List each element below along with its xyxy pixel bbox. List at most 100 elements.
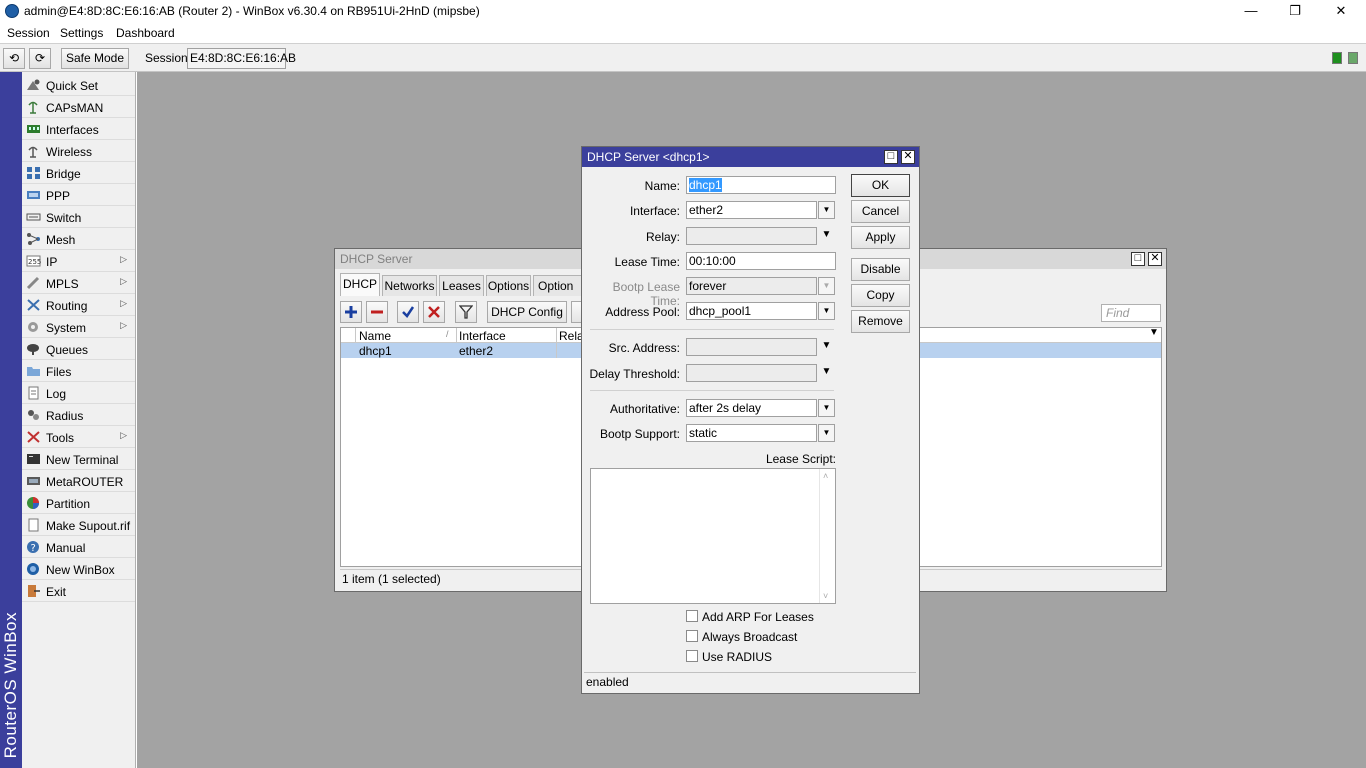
sidebar-item-log[interactable]: Log: [22, 383, 135, 404]
bootp-support-select[interactable]: static: [686, 424, 817, 442]
address-pool-dropdown-icon[interactable]: ▼: [818, 302, 835, 320]
delay-threshold-expand-icon[interactable]: ▼: [818, 364, 835, 382]
cancel-button[interactable]: Cancel: [851, 200, 910, 223]
sidebar-item-interfaces[interactable]: Interfaces: [22, 119, 135, 140]
scroll-down-icon[interactable]: ˅: [823, 591, 828, 601]
address-pool-select[interactable]: dhcp_pool1: [686, 302, 817, 320]
redo-button[interactable]: ⟳: [29, 48, 51, 69]
restore-button[interactable]: ❐: [1272, 0, 1318, 23]
exit-icon: [26, 584, 41, 598]
column-separator: [556, 328, 557, 343]
add-button[interactable]: [340, 301, 362, 323]
lease-time-field[interactable]: 00:10:00: [686, 252, 836, 270]
name-field[interactable]: dhcp1: [686, 176, 836, 194]
sidebar-item-switch[interactable]: Switch: [22, 207, 135, 228]
sidebar-item-exit[interactable]: Exit: [22, 581, 135, 602]
sidebar-item-quick-set[interactable]: Quick Set: [22, 75, 135, 96]
column-header-interface[interactable]: Interface: [459, 329, 506, 343]
submenu-arrow-icon: ▷: [120, 254, 127, 264]
menu-dashboard[interactable]: Dashboard: [116, 26, 175, 40]
always-broadcast-checkbox[interactable]: [686, 630, 698, 642]
sidebar-item-wireless[interactable]: Wireless: [22, 141, 135, 162]
close-icon[interactable]: ✕: [901, 150, 915, 164]
enable-button[interactable]: [397, 301, 419, 323]
tab-leases[interactable]: Leases: [439, 275, 484, 296]
delay-threshold-field[interactable]: [686, 364, 817, 382]
maximize-icon[interactable]: □: [1131, 252, 1145, 266]
sidebar-item-make-supout[interactable]: Make Supout.rif: [22, 515, 135, 536]
column-header-name[interactable]: Name: [359, 329, 391, 343]
lease-script-scrollbar[interactable]: ˄ ˅: [819, 469, 835, 603]
maximize-icon[interactable]: □: [884, 150, 898, 164]
bootp-lease-time-select[interactable]: forever: [686, 277, 817, 295]
disable-button[interactable]: Disable: [851, 258, 910, 281]
tab-option-sets[interactable]: Option Se: [533, 275, 583, 296]
sidebar-item-manual[interactable]: ? Manual: [22, 537, 135, 558]
menu-session[interactable]: Session: [7, 26, 50, 40]
sidebar-item-radius[interactable]: Radius: [22, 405, 135, 426]
tab-options[interactable]: Options: [486, 275, 531, 296]
tab-dhcp[interactable]: DHCP: [340, 273, 380, 296]
find-input[interactable]: Find: [1101, 304, 1161, 322]
sidebar-item-ip[interactable]: 255 IP ▷: [22, 251, 135, 272]
scroll-up-icon[interactable]: ˄: [823, 471, 828, 481]
sidebar-item-ppp[interactable]: PPP: [22, 185, 135, 206]
sidebar-item-capsman[interactable]: CAPsMAN: [22, 97, 135, 118]
radius-icon: [26, 408, 41, 422]
brand-text: RouterOS WinBox: [1, 611, 20, 758]
sidebar-item-queues[interactable]: Queues: [22, 339, 135, 360]
sidebar-item-label: Interfaces: [46, 123, 99, 137]
remove-button[interactable]: Remove: [851, 310, 910, 333]
filter-button[interactable]: [455, 301, 477, 323]
authoritative-select[interactable]: after 2s delay: [686, 399, 817, 417]
sidebar-item-partition[interactable]: Partition: [22, 493, 135, 514]
lease-script-textarea[interactable]: ˄ ˅: [590, 468, 836, 604]
sidebar-item-new-winbox[interactable]: New WinBox: [22, 559, 135, 580]
dhcp-config-button[interactable]: DHCP Config: [487, 301, 567, 323]
authoritative-dropdown-icon[interactable]: ▼: [818, 399, 835, 417]
sidebar-item-new-terminal[interactable]: New Terminal: [22, 449, 135, 470]
sidebar-item-routing[interactable]: Routing ▷: [22, 295, 135, 316]
sidebar-item-mesh[interactable]: Mesh: [22, 229, 135, 250]
close-button[interactable]: ✕: [1318, 0, 1364, 23]
copy-button[interactable]: Copy: [851, 284, 910, 307]
bootp-support-dropdown-icon[interactable]: ▼: [818, 424, 835, 442]
remove-button[interactable]: [366, 301, 388, 323]
sidebar-item-label: New Terminal: [46, 453, 119, 467]
mesh-icon: [26, 232, 41, 246]
relay-expand-icon[interactable]: ▼: [818, 227, 835, 245]
apply-button[interactable]: Apply: [851, 226, 910, 249]
tab-networks[interactable]: Networks: [382, 275, 437, 296]
menu-settings[interactable]: Settings: [60, 26, 103, 40]
manual-icon: ?: [26, 540, 41, 554]
sidebar-item-label: PPP: [46, 189, 71, 203]
src-address-expand-icon[interactable]: ▼: [818, 338, 835, 356]
cell-interface: ether2: [459, 344, 494, 358]
relay-label: Relay:: [645, 230, 680, 244]
session-field: E4:8D:8C:E6:16:AB: [187, 48, 296, 69]
sidebar-item-mpls[interactable]: MPLS ▷: [22, 273, 135, 294]
src-address-field[interactable]: [686, 338, 817, 356]
ok-button[interactable]: OK: [851, 174, 910, 197]
sidebar-item-metarouter[interactable]: MetaROUTER: [22, 471, 135, 492]
close-icon[interactable]: ✕: [1148, 252, 1162, 266]
bootp-lease-time-dropdown-icon[interactable]: ▼: [818, 277, 835, 295]
sidebar-item-bridge[interactable]: Bridge: [22, 163, 135, 184]
use-radius-checkbox[interactable]: [686, 650, 698, 662]
undo-button[interactable]: ⟲: [3, 48, 25, 69]
minimize-button[interactable]: —: [1228, 0, 1274, 23]
interface-dropdown-icon[interactable]: ▼: [818, 201, 835, 219]
sidebar-item-label: Tools: [46, 431, 75, 445]
add-arp-checkbox[interactable]: [686, 610, 698, 622]
sidebar-item-tools[interactable]: Tools ▷: [22, 427, 135, 448]
name-value: dhcp1: [689, 178, 722, 192]
disable-button[interactable]: [423, 301, 445, 323]
interface-select[interactable]: ether2: [686, 201, 817, 219]
sidebar-item-label: New WinBox: [46, 563, 115, 577]
sidebar-item-system[interactable]: System ▷: [22, 317, 135, 338]
sidebar-item-files[interactable]: Files: [22, 361, 135, 382]
column-menu-icon[interactable]: ▼: [1149, 327, 1159, 338]
authoritative-label: Authoritative:: [609, 402, 680, 416]
safe-mode-button[interactable]: Safe Mode: [61, 48, 129, 69]
relay-field[interactable]: [686, 227, 817, 245]
